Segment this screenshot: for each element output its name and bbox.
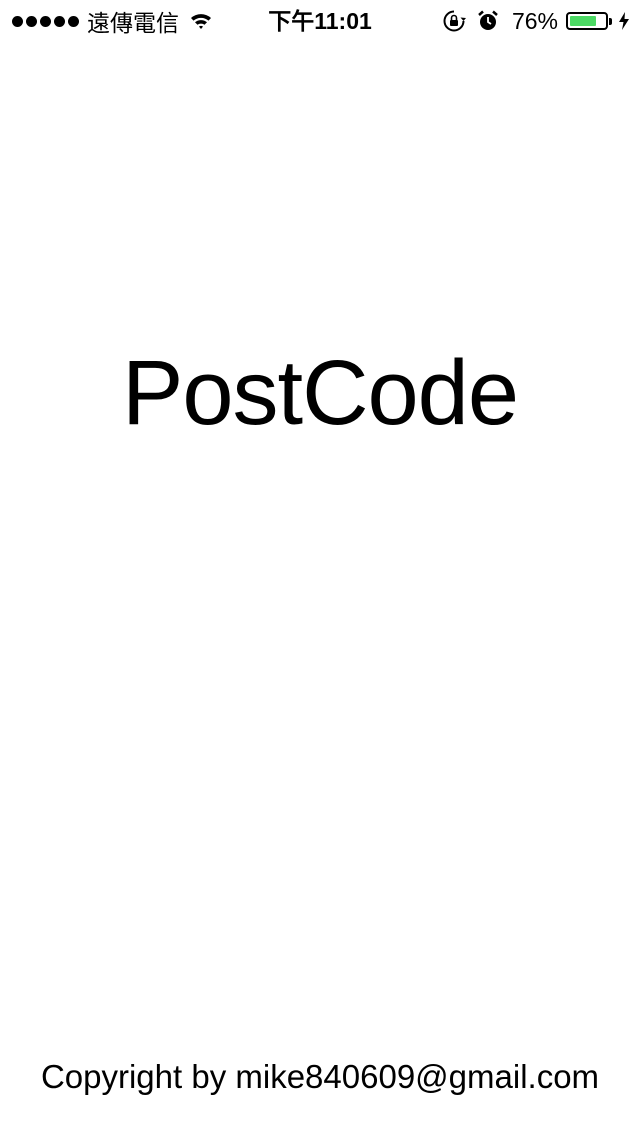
orientation-lock-icon [443,10,466,32]
battery-cap [609,17,612,25]
status-bar-right: 76% [432,6,630,36]
status-bar: 遠傳電信 下午11:01 76% [0,0,640,40]
battery-icon [566,12,608,30]
battery-fill [570,16,596,26]
alarm-icon [478,10,498,30]
charging-bolt-icon [619,12,629,30]
battery-percent: 76% [511,7,558,34]
copyright-text: Copyright by mike840609@gmail.com [40,1058,600,1095]
app-screen: 遠傳電信 下午11:01 76% PostCode Copyright by m… [0,0,640,1136]
app-title: PostCode [121,342,519,444]
